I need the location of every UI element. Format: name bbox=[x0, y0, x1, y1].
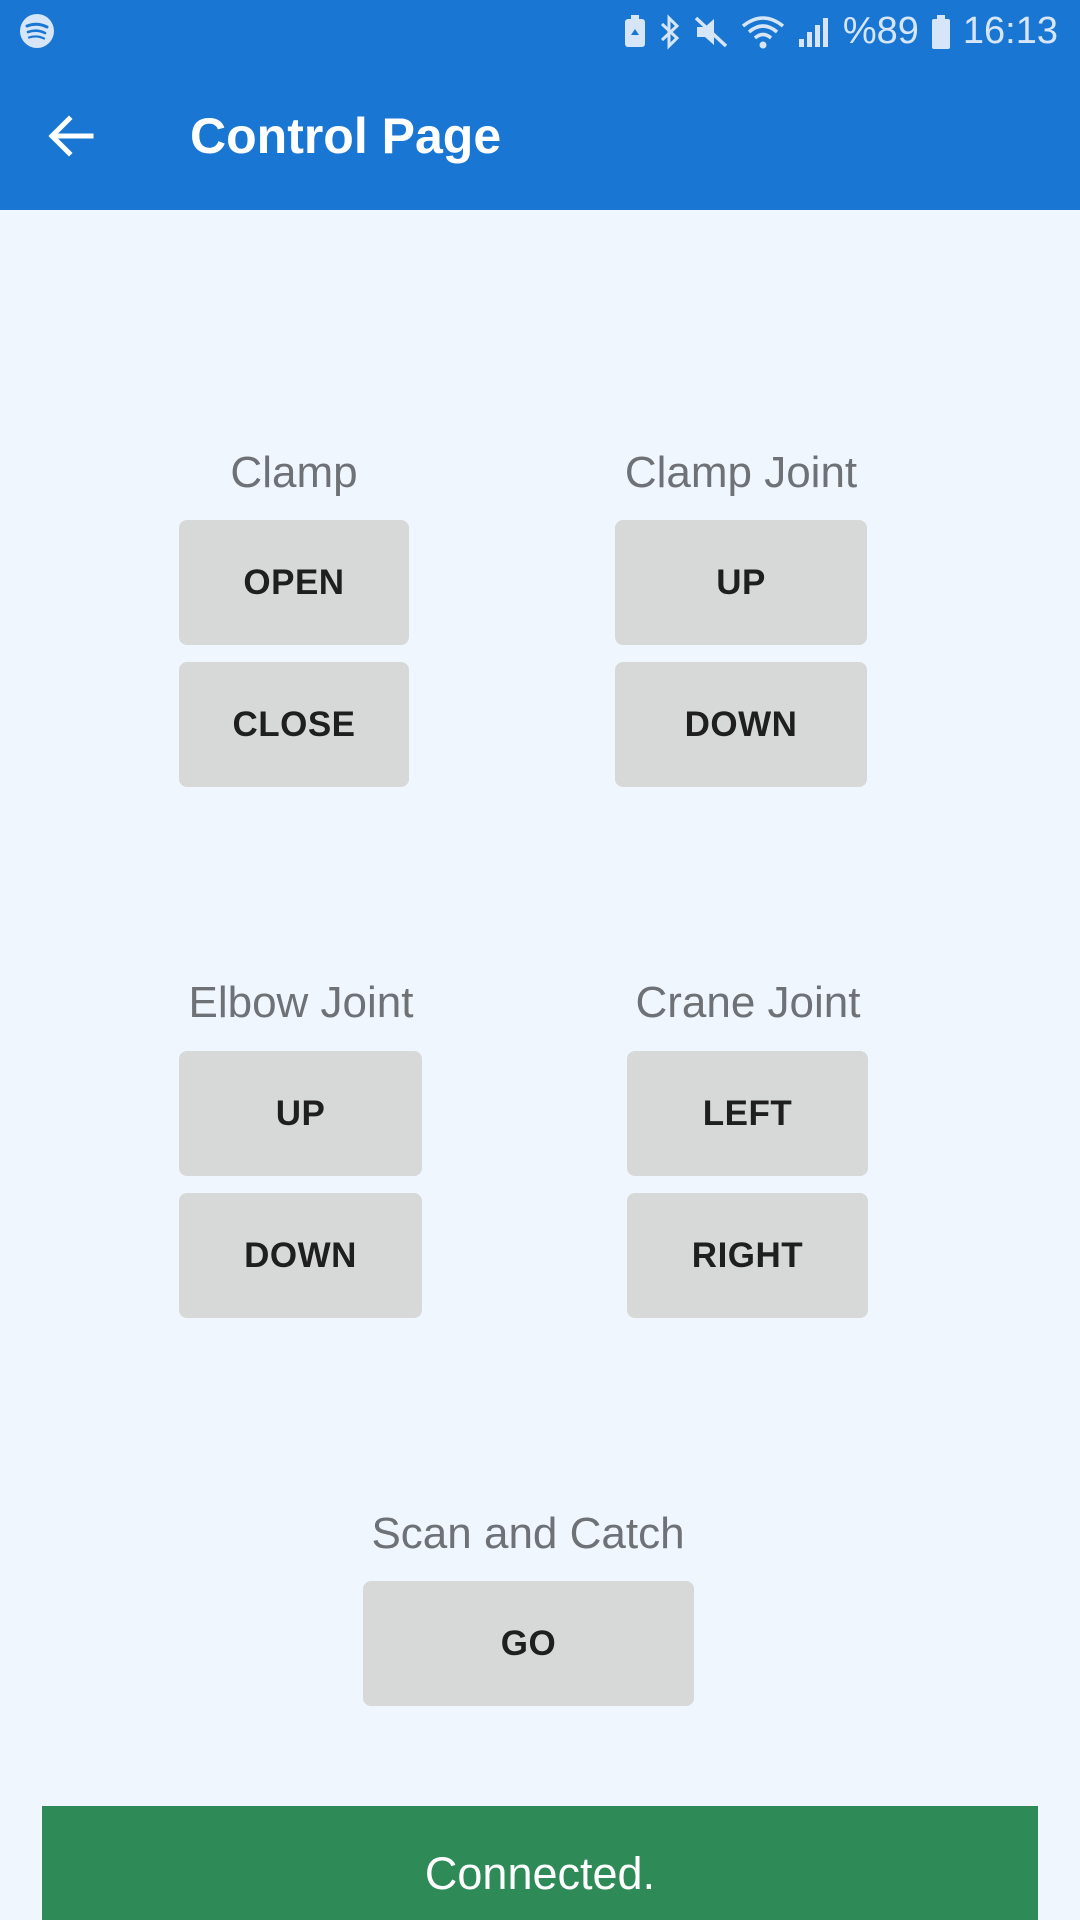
clamp-open-button[interactable]: OPEN bbox=[179, 520, 409, 645]
wifi-icon bbox=[741, 14, 785, 50]
clamp-joint-down-button[interactable]: DOWN bbox=[615, 662, 867, 787]
bluetooth-icon bbox=[659, 13, 681, 50]
page-title: Control Page bbox=[190, 108, 502, 164]
go-button[interactable]: GO bbox=[363, 1581, 694, 1706]
status-bar: %89 16:13 bbox=[0, 0, 1080, 63]
crane-joint-left-button[interactable]: LEFT bbox=[627, 1051, 868, 1176]
scan-and-catch-label: Scan and Catch bbox=[371, 1509, 685, 1558]
clamp-joint-up-button[interactable]: UP bbox=[615, 520, 867, 645]
signal-icon bbox=[797, 15, 831, 49]
battery-saver-icon bbox=[623, 14, 647, 49]
elbow-joint-label: Elbow Joint bbox=[188, 978, 414, 1027]
clamp-label: Clamp bbox=[230, 448, 358, 497]
crane-joint-label: Crane Joint bbox=[635, 978, 861, 1027]
connection-status-text: Connected. bbox=[424, 1848, 656, 1899]
back-button[interactable] bbox=[38, 105, 104, 171]
app-bar: Control Page bbox=[0, 63, 1080, 210]
elbow-joint-up-button[interactable]: UP bbox=[179, 1051, 422, 1176]
mute-icon bbox=[693, 14, 729, 50]
clamp-close-button[interactable]: CLOSE bbox=[179, 662, 409, 787]
clamp-joint-label: Clamp Joint bbox=[624, 448, 858, 497]
battery-percent: %89 bbox=[842, 10, 919, 52]
clock: 16:13 bbox=[962, 10, 1058, 52]
elbow-joint-down-button[interactable]: DOWN bbox=[179, 1193, 422, 1318]
battery-icon bbox=[931, 14, 951, 50]
connection-status-banner: Connected. bbox=[42, 1806, 1038, 1920]
crane-joint-right-button[interactable]: RIGHT bbox=[627, 1193, 868, 1318]
spotify-icon bbox=[18, 12, 56, 55]
arrow-left-icon bbox=[47, 114, 95, 163]
